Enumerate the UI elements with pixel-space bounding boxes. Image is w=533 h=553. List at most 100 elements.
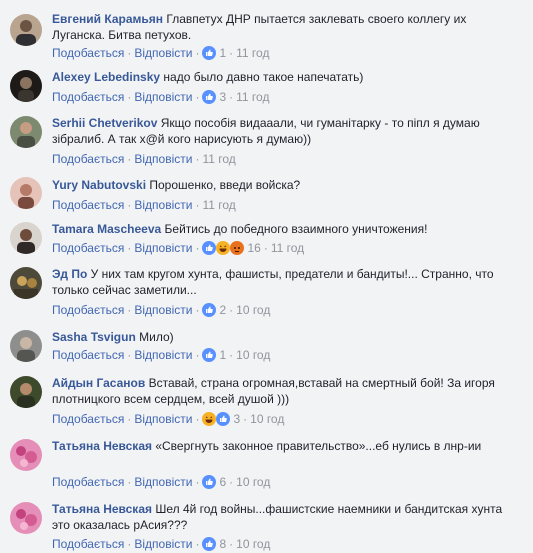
avatar[interactable] bbox=[10, 267, 42, 299]
comment-author[interactable]: Tamara Mascheeva bbox=[52, 222, 161, 236]
like-reaction-icon[interactable] bbox=[202, 240, 217, 255]
reply-link[interactable]: Відповісти bbox=[134, 412, 192, 426]
separator: · bbox=[229, 46, 234, 60]
comment-author[interactable]: Евгений Карамьян bbox=[52, 12, 163, 26]
comment-actions: Подобається · Відповісти · 3 · 11 год bbox=[52, 89, 269, 105]
separator: · bbox=[127, 303, 132, 317]
reaction-count[interactable]: 16 bbox=[247, 241, 260, 255]
separator: · bbox=[229, 537, 234, 551]
like-link[interactable]: Подобається bbox=[52, 348, 124, 362]
timestamp[interactable]: 11 год bbox=[236, 90, 269, 104]
timestamp[interactable]: 11 год bbox=[271, 241, 304, 255]
reply-link[interactable]: Відповісти bbox=[134, 152, 192, 166]
reaction-count[interactable]: 2 bbox=[219, 303, 226, 317]
comment-author[interactable]: Alexey Lebedinsky bbox=[52, 70, 160, 84]
like-link[interactable]: Подобається bbox=[52, 198, 124, 212]
like-link[interactable]: Подобається bbox=[52, 475, 124, 489]
separator: · bbox=[243, 412, 248, 426]
timestamp[interactable]: 10 год bbox=[236, 348, 270, 362]
reply-link[interactable]: Відповісти bbox=[134, 303, 192, 317]
reply-link[interactable]: Відповісти bbox=[134, 537, 192, 551]
like-reaction-icon[interactable] bbox=[202, 347, 217, 362]
like-reaction-icon[interactable] bbox=[202, 89, 217, 104]
separator: · bbox=[229, 303, 234, 317]
separator: · bbox=[195, 241, 200, 255]
comment-author[interactable]: Татьяна Невская bbox=[52, 439, 152, 453]
timestamp[interactable]: 11 год bbox=[202, 198, 235, 212]
timestamp[interactable]: 10 год bbox=[236, 475, 270, 489]
reaction-count[interactable]: 3 bbox=[219, 90, 226, 104]
like-reaction-icon[interactable] bbox=[216, 411, 231, 426]
timestamp[interactable]: 10 год bbox=[250, 412, 284, 426]
comment-author[interactable]: Эд По bbox=[52, 267, 87, 281]
separator: · bbox=[127, 152, 132, 166]
avatar[interactable] bbox=[10, 376, 42, 408]
like-reaction-icon[interactable] bbox=[202, 474, 217, 489]
avatar[interactable] bbox=[10, 439, 42, 471]
comment-text: Бейтись до победного взаимного уничтожен… bbox=[164, 222, 428, 236]
separator: · bbox=[127, 348, 132, 362]
reply-link[interactable]: Відповісти bbox=[134, 90, 192, 104]
like-reaction-icon[interactable] bbox=[202, 536, 217, 551]
like-link[interactable]: Подобається bbox=[52, 90, 124, 104]
like-link[interactable]: Подобається bbox=[52, 241, 124, 255]
comments-list: Евгений Карамьян Главпетух ДНР пытается … bbox=[0, 0, 533, 553]
separator: · bbox=[127, 46, 132, 60]
like-reaction-icon[interactable] bbox=[202, 302, 217, 317]
avatar[interactable] bbox=[10, 177, 42, 209]
avatar[interactable] bbox=[10, 70, 42, 102]
haha-reaction-icon[interactable] bbox=[202, 411, 217, 426]
like-link[interactable]: Подобається bbox=[52, 412, 124, 426]
avatar[interactable] bbox=[10, 222, 42, 254]
comment-author[interactable]: Serhii Chetverikov bbox=[52, 116, 157, 130]
comment-text: У них там кругом хунта, фашисты, предате… bbox=[52, 267, 494, 297]
separator: · bbox=[195, 198, 200, 212]
separator: · bbox=[229, 90, 234, 104]
avatar[interactable] bbox=[10, 116, 42, 148]
avatar[interactable] bbox=[10, 502, 42, 534]
haha-reaction-icon[interactable] bbox=[216, 240, 231, 255]
comment-actions: Подобається · Відповісти · 1 · 10 год bbox=[52, 347, 270, 363]
comment-author[interactable]: Yury Nabutovski bbox=[52, 178, 146, 192]
reply-link[interactable]: Відповісти bbox=[134, 241, 192, 255]
like-link[interactable]: Подобається bbox=[52, 152, 124, 166]
separator: · bbox=[127, 475, 132, 489]
separator: · bbox=[229, 475, 234, 489]
comment-actions: Подобається · Відповісти · 3 · 10 год bbox=[52, 411, 284, 427]
like-link[interactable]: Подобається bbox=[52, 303, 124, 317]
comment-actions: Подобається · Відповісти · 11 год bbox=[52, 151, 236, 167]
like-link[interactable]: Подобається bbox=[52, 537, 124, 551]
comment-author[interactable]: Sasha Tsvigun bbox=[52, 330, 136, 344]
like-reaction-icon[interactable] bbox=[202, 45, 217, 60]
avatar[interactable] bbox=[10, 330, 42, 362]
reaction-count[interactable]: 1 bbox=[219, 46, 226, 60]
reply-link[interactable]: Відповісти bbox=[134, 46, 192, 60]
comment-author[interactable]: Айдын Гасанов bbox=[52, 376, 145, 390]
reaction-count[interactable]: 8 bbox=[219, 537, 226, 551]
separator: · bbox=[127, 537, 132, 551]
timestamp[interactable]: 11 год bbox=[202, 152, 235, 166]
reaction-count[interactable]: 3 bbox=[233, 412, 240, 426]
comment-text: надо было давно такое напечатать) bbox=[163, 70, 364, 84]
angry-reaction-icon[interactable] bbox=[230, 240, 245, 255]
reply-link[interactable]: Відповісти bbox=[134, 348, 192, 362]
separator: · bbox=[195, 412, 200, 426]
timestamp[interactable]: 10 год bbox=[236, 303, 270, 317]
reaction-count[interactable]: 1 bbox=[219, 348, 226, 362]
comment-text: Порошенко, введи войска? bbox=[149, 178, 301, 192]
reaction-count[interactable]: 6 bbox=[219, 475, 226, 489]
separator: · bbox=[195, 475, 200, 489]
reply-link[interactable]: Відповісти bbox=[134, 475, 192, 489]
separator: · bbox=[229, 348, 234, 362]
comment-author[interactable]: Татьяна Невская bbox=[52, 502, 152, 516]
like-link[interactable]: Подобається bbox=[52, 46, 124, 60]
timestamp[interactable]: 11 год bbox=[236, 46, 269, 60]
separator: · bbox=[127, 90, 132, 104]
comment-actions: Подобається · Відповісти · 6 · 10 год bbox=[52, 474, 270, 490]
reply-link[interactable]: Відповісти bbox=[134, 198, 192, 212]
avatar[interactable] bbox=[10, 14, 42, 46]
comment-actions: Подобається · Відповісти · 16 · 11 год bbox=[52, 240, 304, 256]
comment-actions: Подобається · Відповісти · 11 год bbox=[52, 197, 236, 213]
timestamp[interactable]: 10 год bbox=[236, 537, 270, 551]
separator: · bbox=[127, 241, 132, 255]
